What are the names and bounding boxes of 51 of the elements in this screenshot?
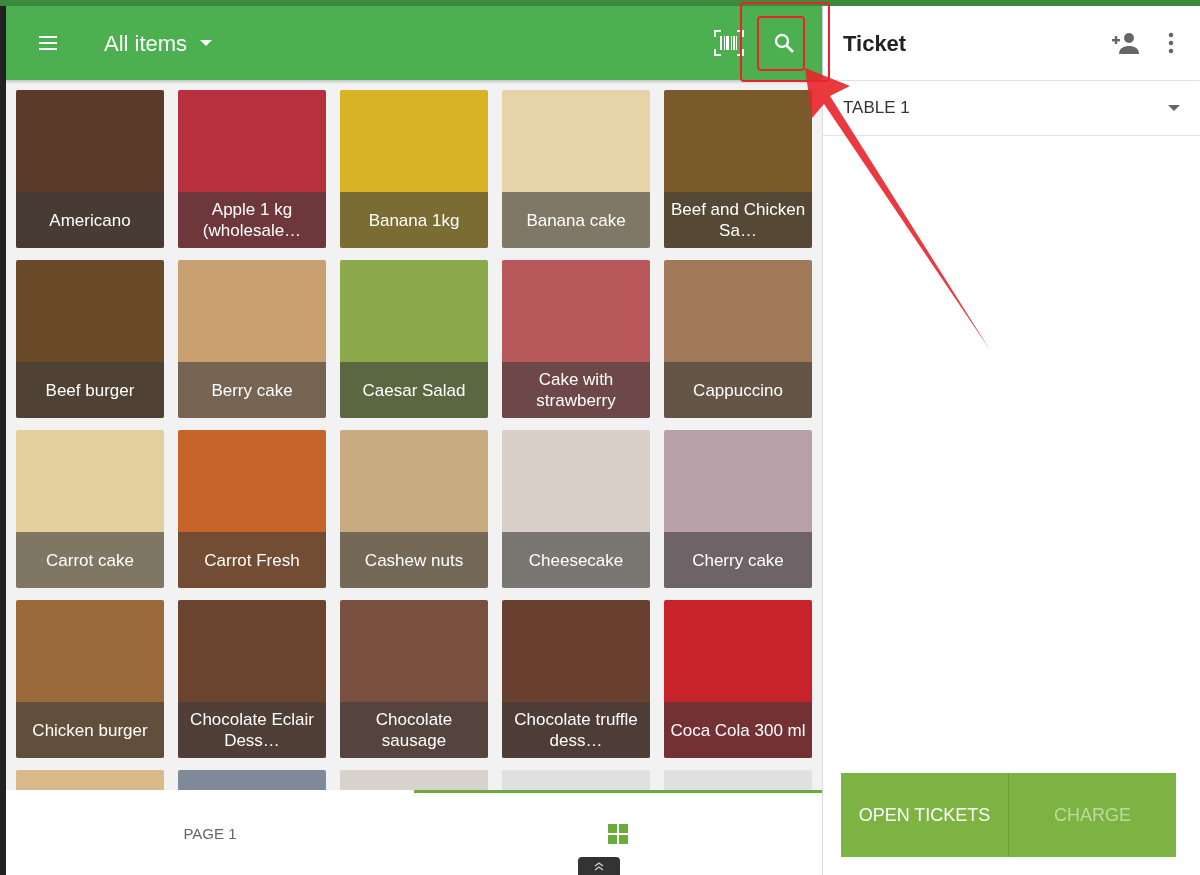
expand-handle[interactable]	[578, 857, 620, 875]
search-icon	[772, 31, 796, 55]
item-name: Chocolate Eclair Dess…	[189, 709, 315, 751]
item-name: Coca Cola 300 ml	[670, 719, 806, 741]
item-tile[interactable]: Coca Cola 300 ml	[664, 600, 812, 758]
item-tile[interactable]: Cake with strawberry	[502, 260, 650, 418]
item-tile[interactable]: Carrot Fresh	[178, 430, 326, 588]
item-name: Beef burger	[45, 379, 135, 401]
item-name: Banana 1kg	[368, 209, 460, 231]
item-tile[interactable]: Beef burger	[16, 260, 164, 418]
chevron-up-icon	[593, 861, 605, 871]
item-name: Cherry cake	[692, 549, 784, 571]
item-name: Beef and Chicken Sa…	[669, 199, 807, 241]
caret-icon	[1168, 104, 1180, 112]
item-name: Banana cake	[526, 209, 626, 231]
item-name: Caesar Salad	[362, 379, 466, 401]
item-name: Berry cake	[211, 379, 293, 401]
item-name: Chocolate truffle dess…	[513, 709, 639, 751]
item-tile[interactable]: Banana 1kg	[340, 90, 488, 248]
item-name: Cake with strawberry	[535, 369, 617, 411]
item-name: Chocolate sausage	[374, 709, 454, 751]
item-name: Cashew nuts	[364, 549, 464, 571]
item-name: Cappuccino	[693, 379, 783, 401]
grid-icon	[608, 824, 628, 844]
item-name: Carrot Fresh	[204, 549, 300, 571]
item-tile[interactable]: Cappuccino	[664, 260, 812, 418]
item-name: Apple 1 kg (wholesale…	[201, 199, 303, 241]
item-tile[interactable]: Caesar Salad	[340, 260, 488, 418]
item-tile[interactable]: Chocolate sausage	[340, 600, 488, 758]
item-tile[interactable]: Berry cake	[178, 260, 326, 418]
item-name: Americano	[49, 209, 131, 231]
item-name: Cheesecake	[528, 549, 624, 571]
item-tile[interactable]: Carrot cake	[16, 430, 164, 588]
caret-icon	[199, 39, 214, 47]
item-tile[interactable]: Beef and Chicken Sa…	[664, 90, 812, 248]
item-tile[interactable]: Cheesecake	[502, 430, 650, 588]
add-person-icon	[1112, 32, 1140, 54]
more-vertical-icon	[1168, 32, 1174, 54]
item-name: Chicken burger	[32, 719, 148, 741]
item-tile[interactable]: Banana cake	[502, 90, 650, 248]
table-name: TABLE 1	[843, 97, 910, 120]
item-tile[interactable]: Cashew nuts	[340, 430, 488, 588]
barcode-icon	[714, 30, 744, 56]
item-tile[interactable]: Cherry cake	[664, 430, 812, 588]
item-name: Carrot cake	[46, 549, 134, 571]
ticket-title: Ticket	[843, 29, 908, 58]
item-tile[interactable]: Americano	[16, 90, 164, 248]
item-tile[interactable]: Chicken burger	[16, 600, 164, 758]
item-tile[interactable]: Apple 1 kg (wholesale…	[178, 90, 326, 248]
item-tile[interactable]: Chocolate Eclair Dess…	[178, 600, 326, 758]
item-tile[interactable]: Chocolate truffle dess…	[502, 600, 650, 758]
